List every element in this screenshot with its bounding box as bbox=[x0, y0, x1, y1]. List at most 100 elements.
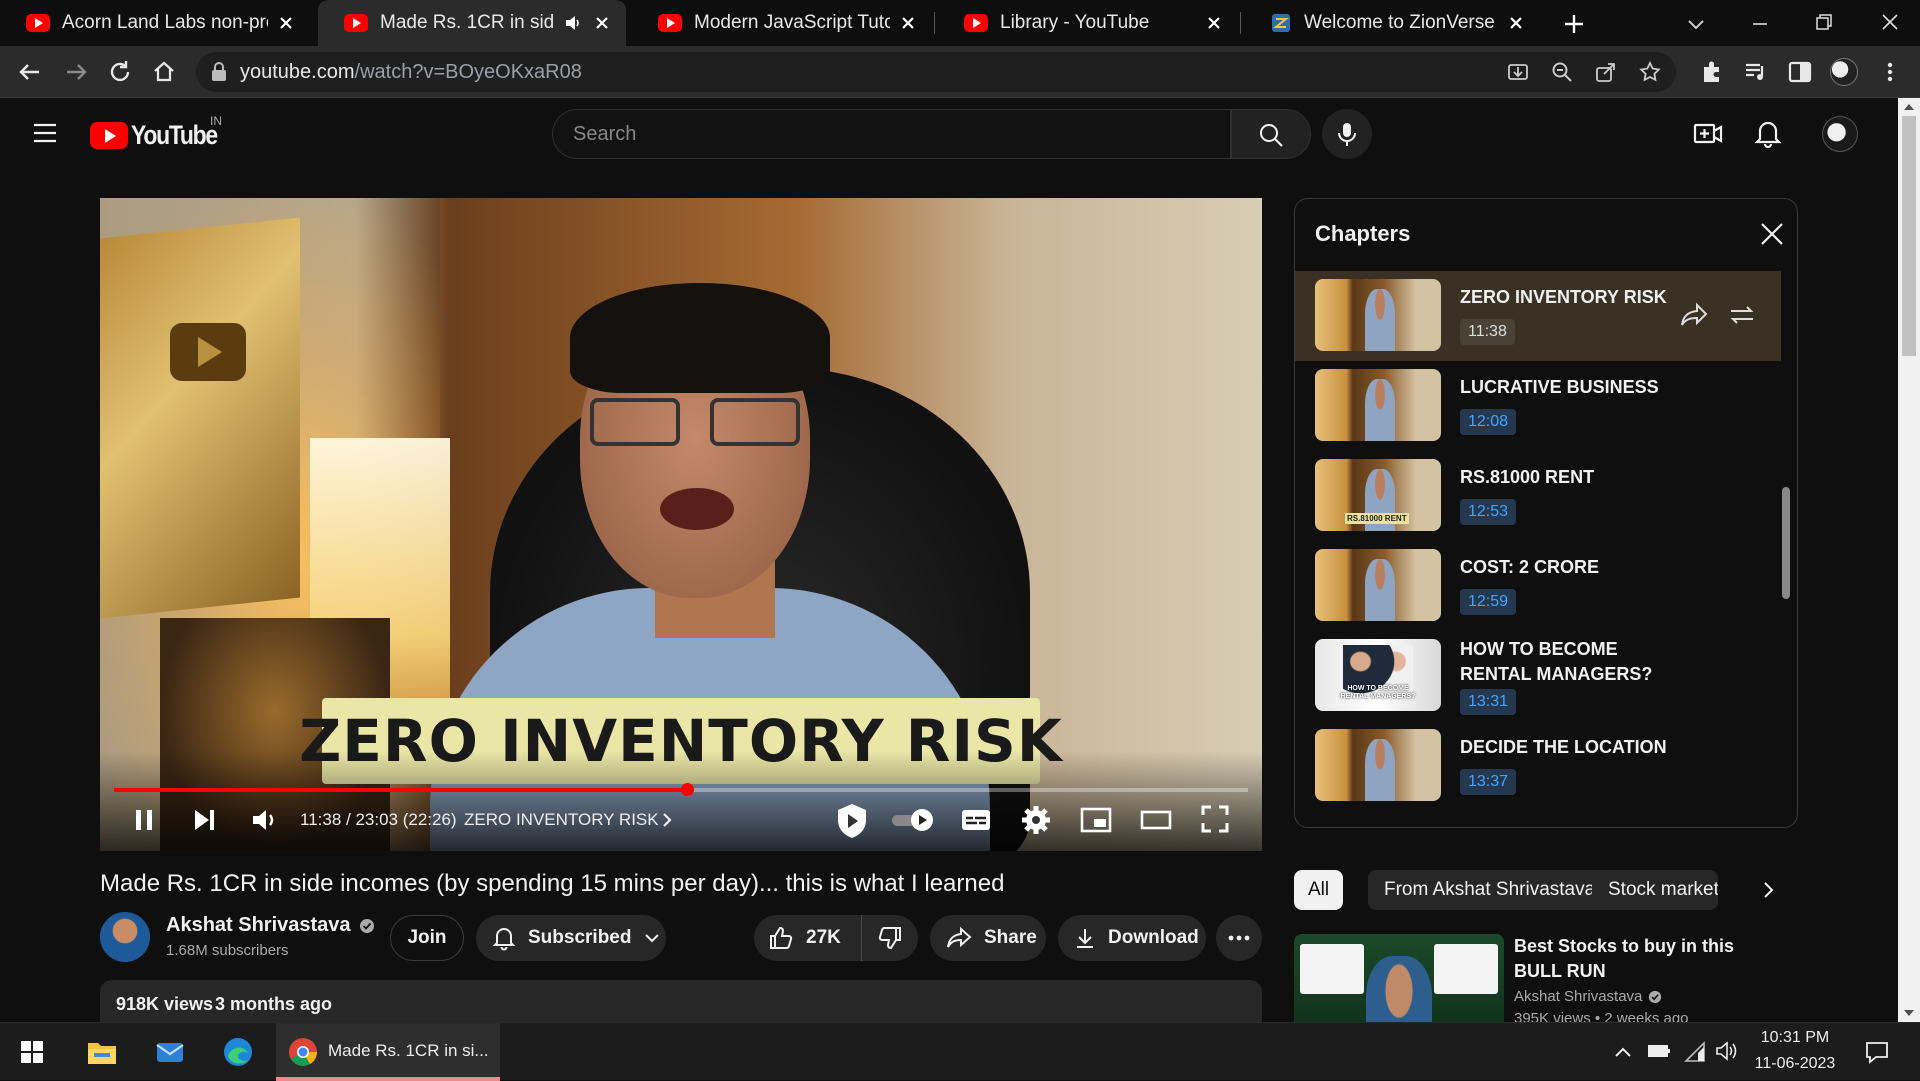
chapter-item[interactable]: ZERO INVENTORY RISK 11:38 bbox=[1295, 271, 1781, 361]
bookmark-star-icon[interactable] bbox=[1638, 60, 1662, 84]
clock-time[interactable]: 10:31 PM bbox=[1758, 1029, 1832, 1047]
notification-center-icon[interactable] bbox=[1864, 1039, 1890, 1065]
browser-tab[interactable]: Library - YouTube bbox=[938, 0, 1238, 46]
edge-browser-icon[interactable] bbox=[222, 1036, 254, 1068]
close-tab-icon[interactable] bbox=[1204, 13, 1224, 33]
verified-badge-icon bbox=[1649, 990, 1662, 1003]
browser-tab-active[interactable]: Made Rs. 1CR in side inco bbox=[318, 0, 626, 46]
chapter-item[interactable]: COST: 2 CRORE 12:59 bbox=[1295, 541, 1781, 631]
install-app-icon[interactable] bbox=[1506, 60, 1530, 84]
play-plaque-icon bbox=[170, 323, 246, 381]
subtitles-icon[interactable] bbox=[960, 806, 992, 834]
forward-arrow-icon[interactable] bbox=[62, 58, 90, 86]
close-tab-icon[interactable] bbox=[592, 13, 612, 33]
browser-menu-icon[interactable] bbox=[1876, 58, 1904, 86]
autoplay-toggle[interactable] bbox=[890, 806, 936, 834]
voice-search-button[interactable] bbox=[1322, 109, 1372, 159]
hamburger-menu-icon[interactable] bbox=[32, 122, 58, 144]
verified-badge-icon bbox=[359, 918, 374, 933]
settings-gear-icon[interactable] bbox=[1020, 804, 1052, 836]
download-button[interactable]: Download bbox=[1058, 915, 1206, 961]
browser-tab[interactable]: Acorn Land Labs non-profit m bbox=[0, 0, 310, 46]
close-window-icon[interactable] bbox=[1878, 10, 1902, 34]
progress-scrubber[interactable] bbox=[680, 783, 694, 796]
fullscreen-icon[interactable] bbox=[1200, 804, 1230, 834]
media-controls-icon[interactable] bbox=[1742, 58, 1770, 86]
search-icon bbox=[1260, 124, 1283, 147]
speaker-icon[interactable] bbox=[562, 13, 584, 33]
address-bar[interactable]: youtube.com/watch?v=BOyeOKxaR08 bbox=[196, 52, 1676, 92]
chapters-scrollbar[interactable] bbox=[1782, 487, 1790, 599]
scroll-up-arrow-icon[interactable] bbox=[1903, 102, 1915, 112]
taskbar-chrome-app[interactable]: Made Rs. 1CR in si... bbox=[276, 1023, 500, 1081]
reload-icon[interactable] bbox=[106, 58, 134, 86]
chevron-right-icon[interactable] bbox=[1756, 878, 1780, 902]
video-player[interactable]: ZERO INVENTORY RISK 11:38 / 23:03 (22:26… bbox=[100, 198, 1262, 851]
scroll-down-arrow-icon[interactable] bbox=[1903, 1008, 1915, 1018]
close-tab-icon[interactable] bbox=[276, 13, 296, 33]
wifi-icon[interactable] bbox=[1684, 1039, 1706, 1063]
theater-mode-icon[interactable] bbox=[1140, 806, 1172, 834]
dislike-button[interactable] bbox=[862, 915, 918, 961]
subscribed-button[interactable]: Subscribed bbox=[476, 915, 666, 961]
new-tab-plus-icon[interactable] bbox=[1562, 12, 1586, 36]
tab-search-chevron-icon[interactable] bbox=[1684, 12, 1708, 36]
chapter-title-button[interactable]: ZERO INVENTORY RISK bbox=[464, 810, 675, 830]
notifications-bell-icon[interactable] bbox=[1754, 118, 1782, 148]
share-chapter-icon[interactable] bbox=[1679, 301, 1709, 329]
ad-shield-icon[interactable] bbox=[832, 801, 872, 841]
chrome-icon bbox=[289, 1038, 317, 1066]
youtube-account-avatar[interactable] bbox=[1822, 116, 1858, 152]
share-page-icon[interactable] bbox=[1594, 60, 1618, 84]
share-button[interactable]: Share bbox=[930, 915, 1046, 961]
browser-tab[interactable]: Modern JavaScript Tutorial # bbox=[632, 0, 932, 46]
file-explorer-icon[interactable] bbox=[86, 1037, 118, 1067]
home-icon[interactable] bbox=[150, 58, 178, 86]
page-scrollbar[interactable] bbox=[1898, 98, 1920, 1022]
chip-all[interactable]: All bbox=[1294, 870, 1344, 910]
next-video-icon[interactable] bbox=[190, 806, 218, 834]
chip-stock-markets[interactable]: Stock markets bbox=[1592, 870, 1718, 910]
browser-tab[interactable]: Welcome to ZionVerse bbox=[1244, 0, 1540, 46]
chapter-item[interactable]: HOW TO BECOME RENTAL MANAGERS? HOW TO BE… bbox=[1295, 631, 1781, 721]
create-video-icon[interactable] bbox=[1693, 120, 1723, 148]
chip-from-channel[interactable]: From Akshat Shrivastava bbox=[1368, 870, 1612, 910]
tray-chevron-up-icon[interactable] bbox=[1614, 1045, 1632, 1059]
scrollbar-thumb[interactable] bbox=[1902, 116, 1916, 356]
channel-avatar[interactable] bbox=[100, 912, 150, 962]
description-box[interactable]: 918K views 3 months ago bbox=[100, 980, 1262, 1022]
extensions-puzzle-icon[interactable] bbox=[1698, 58, 1726, 86]
recommended-channel[interactable]: Akshat Shrivastava bbox=[1514, 988, 1662, 1005]
search-button[interactable] bbox=[1231, 109, 1311, 159]
back-arrow-icon[interactable] bbox=[16, 58, 44, 86]
close-tab-icon[interactable] bbox=[898, 13, 918, 33]
profile-avatar[interactable] bbox=[1830, 58, 1858, 86]
close-tab-icon[interactable] bbox=[1506, 13, 1526, 33]
search-input[interactable]: Search bbox=[552, 109, 1231, 159]
volume-tray-icon[interactable] bbox=[1714, 1039, 1738, 1063]
zoom-icon[interactable] bbox=[1550, 60, 1574, 84]
battery-icon[interactable] bbox=[1646, 1041, 1672, 1061]
minimize-icon[interactable] bbox=[1748, 12, 1772, 36]
chapter-item[interactable]: DECIDE THE LOCATION 13:37 bbox=[1295, 721, 1781, 811]
volume-icon[interactable] bbox=[250, 806, 280, 834]
more-actions-button[interactable] bbox=[1216, 915, 1262, 961]
bell-icon bbox=[492, 928, 516, 951]
recommended-thumbnail[interactable] bbox=[1294, 934, 1504, 1022]
loop-chapter-icon[interactable] bbox=[1727, 301, 1757, 329]
like-button[interactable]: 27K bbox=[754, 915, 862, 961]
pause-icon[interactable] bbox=[130, 806, 158, 834]
side-panel-icon[interactable] bbox=[1786, 58, 1814, 86]
lock-icon[interactable] bbox=[210, 62, 228, 82]
chapter-item[interactable]: LUCRATIVE BUSINESS 12:08 bbox=[1295, 361, 1781, 451]
restore-icon[interactable] bbox=[1812, 10, 1836, 34]
recommended-title[interactable]: Best Stocks to buy in this BULL RUN bbox=[1514, 934, 1776, 984]
clock-date[interactable]: 11-06-2023 bbox=[1748, 1055, 1842, 1073]
channel-name-link[interactable]: Akshat Shrivastava bbox=[166, 914, 375, 937]
miniplayer-icon[interactable] bbox=[1080, 806, 1112, 834]
join-button[interactable]: Join bbox=[390, 915, 464, 961]
close-panel-icon[interactable] bbox=[1759, 221, 1785, 247]
mail-app-icon[interactable] bbox=[154, 1037, 186, 1067]
chapter-item[interactable]: RS.81000 RENT RS.81000 RENT 12:53 bbox=[1295, 451, 1781, 541]
windows-start-icon[interactable] bbox=[20, 1040, 44, 1064]
